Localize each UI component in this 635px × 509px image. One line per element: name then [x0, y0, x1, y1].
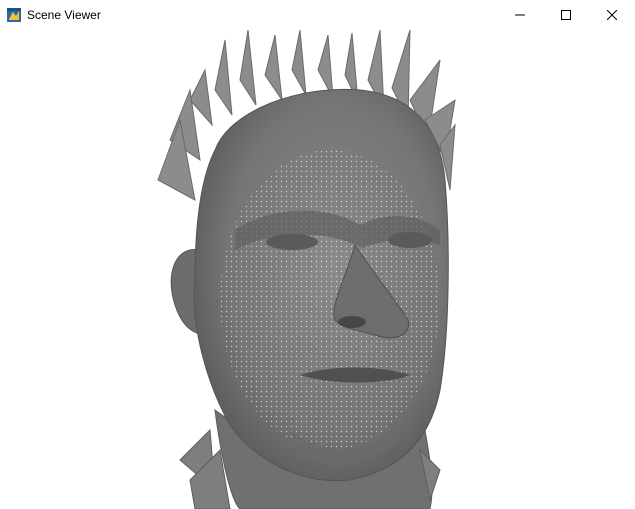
title-bar[interactable]: Scene Viewer: [0, 0, 635, 30]
3d-viewport[interactable]: [0, 30, 635, 509]
nostril: [338, 316, 366, 328]
left-eye: [266, 234, 318, 250]
minimize-button[interactable]: [497, 0, 543, 30]
window-title: Scene Viewer: [27, 8, 101, 22]
minimize-icon: [515, 14, 525, 16]
close-button[interactable]: [589, 0, 635, 30]
app-icon: [7, 8, 21, 22]
scene-viewer-window: Scene Viewer: [0, 0, 635, 509]
close-icon: [607, 10, 617, 20]
maximize-icon: [561, 10, 571, 20]
maximize-button[interactable]: [543, 0, 589, 30]
head-mesh-render: [157, 30, 456, 509]
window-controls: [497, 0, 635, 30]
point-cloud: [220, 150, 440, 450]
right-eye: [388, 232, 432, 248]
